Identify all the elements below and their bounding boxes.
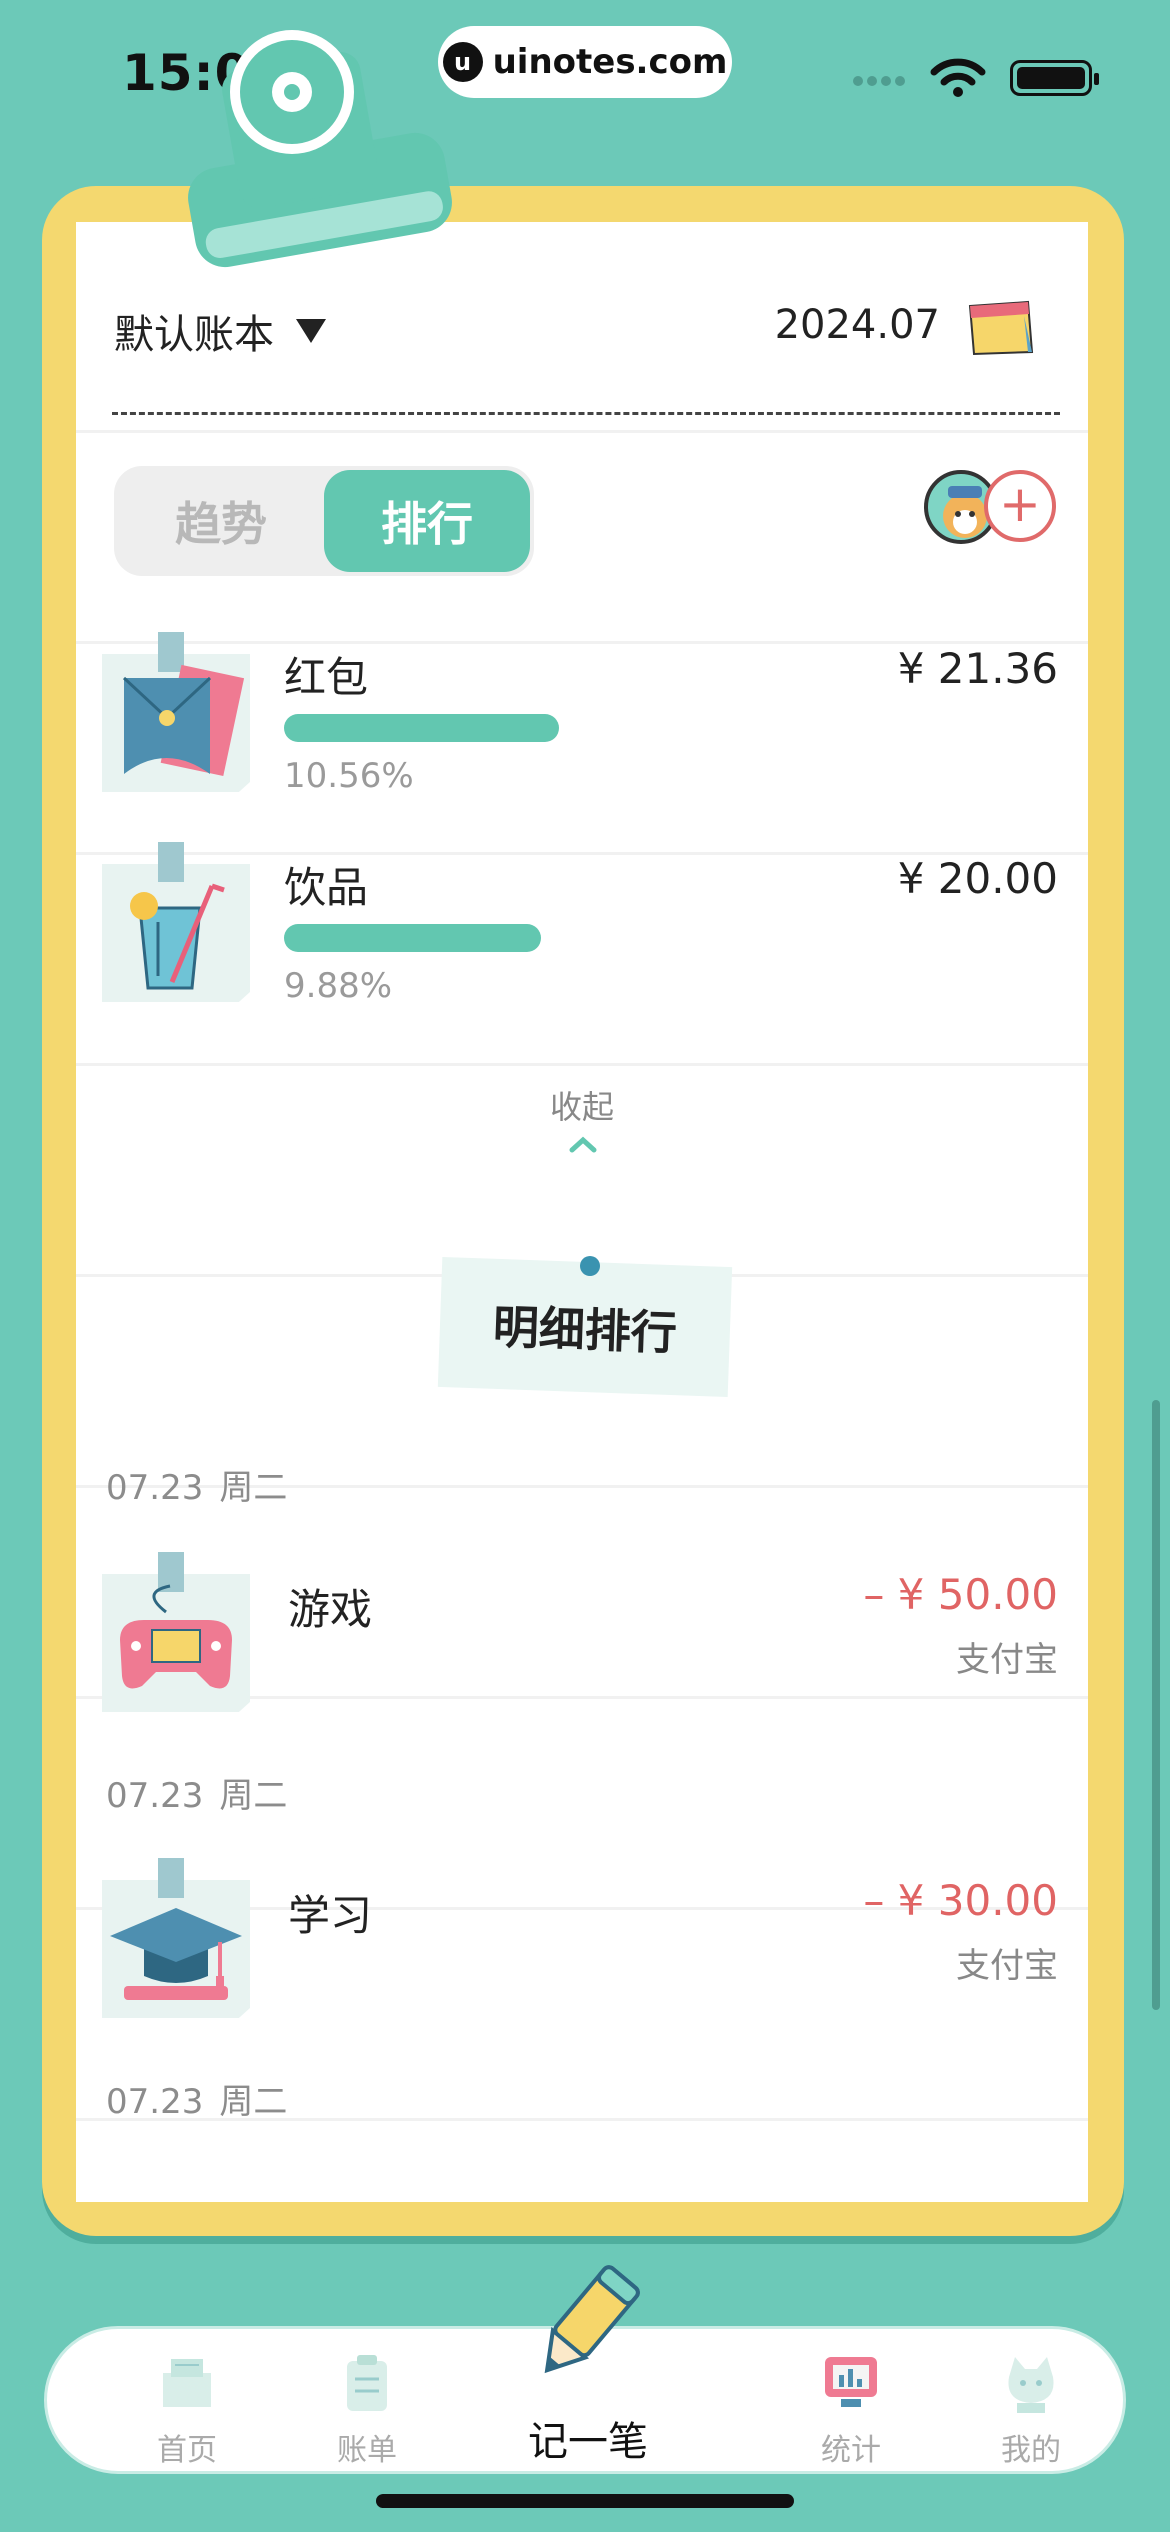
detail-amount: – ¥ 50.00 xyxy=(863,1570,1058,1619)
shiba-profile-icon xyxy=(1008,2357,1054,2413)
add-member-button[interactable]: + xyxy=(984,470,1056,542)
tab-trend[interactable]: 趋势 xyxy=(118,470,324,572)
url-pill[interactable]: u uinotes.com xyxy=(438,26,732,98)
pin-icon xyxy=(580,1256,600,1276)
detail-ranking-title: 明细排行 xyxy=(437,1256,733,1398)
detail-category: 游戏 xyxy=(288,1585,373,1634)
date-header: 07.23 周二 xyxy=(106,1468,288,1508)
collapse-button[interactable]: 收起 xyxy=(76,1082,1088,1128)
bill-clipboard-icon xyxy=(347,2355,387,2411)
dropdown-triangle-icon xyxy=(296,319,326,343)
detail-category: 学习 xyxy=(288,1891,373,1940)
ranking-category: 饮品 xyxy=(284,863,369,912)
home-indicator[interactable] xyxy=(376,2494,794,2508)
account-book-selector[interactable]: 默认账本 xyxy=(114,302,326,360)
ranking-share-bar xyxy=(284,924,541,952)
detail-payment-method: 支付宝 xyxy=(956,1946,1058,1986)
account-book-name: 默认账本 xyxy=(114,312,274,358)
view-segment-control[interactable]: 趋势 排行 xyxy=(114,466,534,576)
tab-ranking[interactable]: 排行 xyxy=(324,470,530,572)
detail-item[interactable]: 学习 – ¥ 30.00 支付宝 xyxy=(76,1848,1088,2018)
statistics-chart-icon xyxy=(825,2357,877,2407)
wifi-icon xyxy=(930,58,986,97)
content-paper: 默认账本 2024.07 趋势 排行 + 红包 ¥ 21.36 10.56% 饮… xyxy=(76,222,1088,2202)
detail-amount: – ¥ 30.00 xyxy=(863,1876,1058,1925)
detail-payment-method: 支付宝 xyxy=(956,1640,1058,1680)
calendar-icon[interactable] xyxy=(966,296,1036,358)
month-label[interactable]: 2024.07 xyxy=(775,302,940,348)
graduation-cap-icon xyxy=(102,1858,250,2018)
detail-item[interactable]: 游戏 – ¥ 50.00 支付宝 xyxy=(76,1542,1088,1712)
ranking-percent: 10.56% xyxy=(284,756,414,796)
ranking-item[interactable]: 饮品 ¥ 20.00 9.88% xyxy=(76,832,1088,1006)
gamepad-icon xyxy=(102,1552,250,1712)
home-icon xyxy=(163,2359,211,2407)
ranking-amount: ¥ 20.00 xyxy=(897,854,1058,903)
ranking-item[interactable]: 红包 ¥ 21.36 10.56% xyxy=(76,622,1088,796)
ranking-percent: 9.88% xyxy=(284,966,393,1006)
ranking-category: 红包 xyxy=(284,653,369,702)
scrollbar[interactable] xyxy=(1152,1400,1160,2010)
url-text: uinotes.com xyxy=(492,42,728,82)
tab-statistics[interactable]: 统计 xyxy=(771,2329,931,2477)
chevron-up-icon[interactable] xyxy=(568,1134,598,1154)
tab-mine[interactable]: 我的 xyxy=(951,2329,1111,2477)
signal-icon xyxy=(853,76,905,86)
red-envelope-icon xyxy=(102,632,250,792)
date-header: 07.23 周二 xyxy=(106,1776,288,1816)
ranking-amount: ¥ 21.36 xyxy=(897,644,1058,693)
header-divider xyxy=(112,412,1060,415)
clipboard-clip-icon xyxy=(188,30,452,268)
drink-icon xyxy=(102,842,250,1002)
pencil-icon[interactable] xyxy=(520,2260,650,2390)
ranking-share-bar xyxy=(284,714,559,742)
battery-icon xyxy=(1010,60,1099,96)
date-header: 07.23 周二 xyxy=(106,2082,288,2122)
